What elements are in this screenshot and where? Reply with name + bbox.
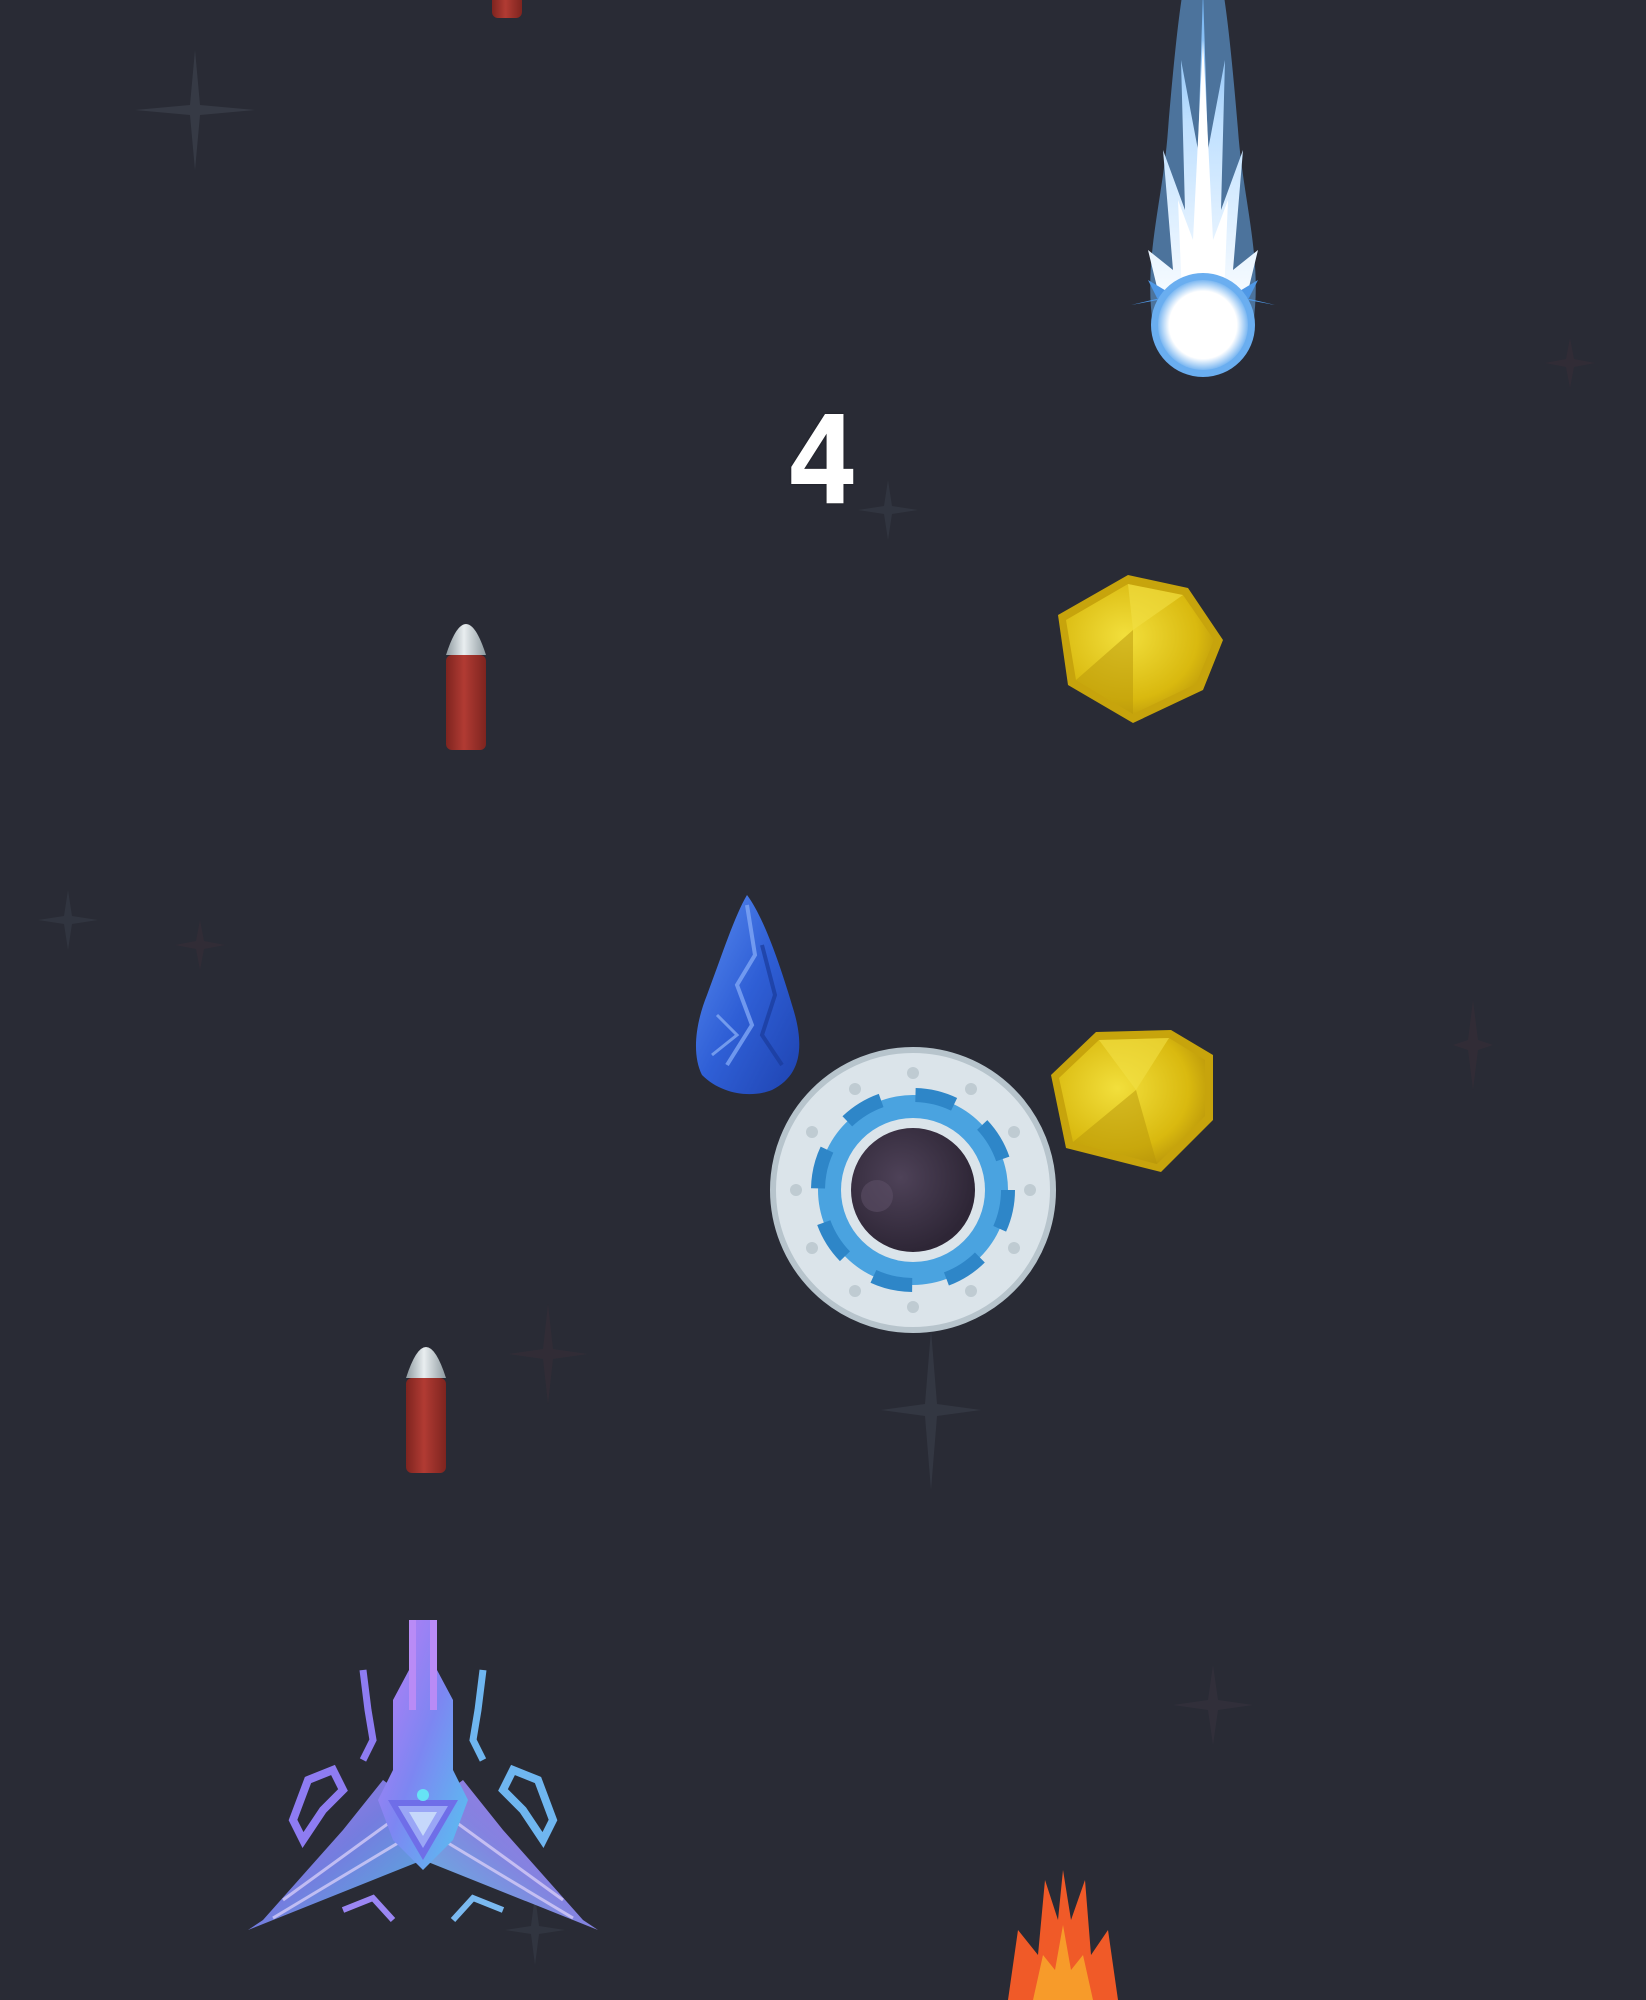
blue-comet (1131, 0, 1275, 377)
background-stars (38, 50, 1595, 1965)
star-sparkle (1173, 1665, 1253, 1745)
bullet (446, 624, 486, 750)
game-scene (38, 0, 1595, 2000)
star-sparkle (1545, 338, 1595, 388)
blue-crystal (695, 895, 800, 1095)
star-sparkle (38, 890, 98, 950)
warp-portal (770, 1047, 1056, 1333)
star-sparkle (858, 480, 918, 540)
bullet (492, 0, 522, 18)
game-canvas[interactable]: 4 (0, 0, 1646, 2000)
gold-rock (1051, 1030, 1213, 1172)
star-sparkle (135, 50, 255, 170)
player-spaceship[interactable] (248, 1620, 598, 1930)
star-sparkle (1453, 1000, 1493, 1090)
star-sparkle (881, 1330, 981, 1490)
star-sparkle (508, 1304, 588, 1404)
fire-flame (1008, 1870, 1118, 2000)
star-sparkle (175, 920, 225, 970)
bullet (406, 1347, 446, 1473)
gold-rock (1058, 575, 1223, 723)
